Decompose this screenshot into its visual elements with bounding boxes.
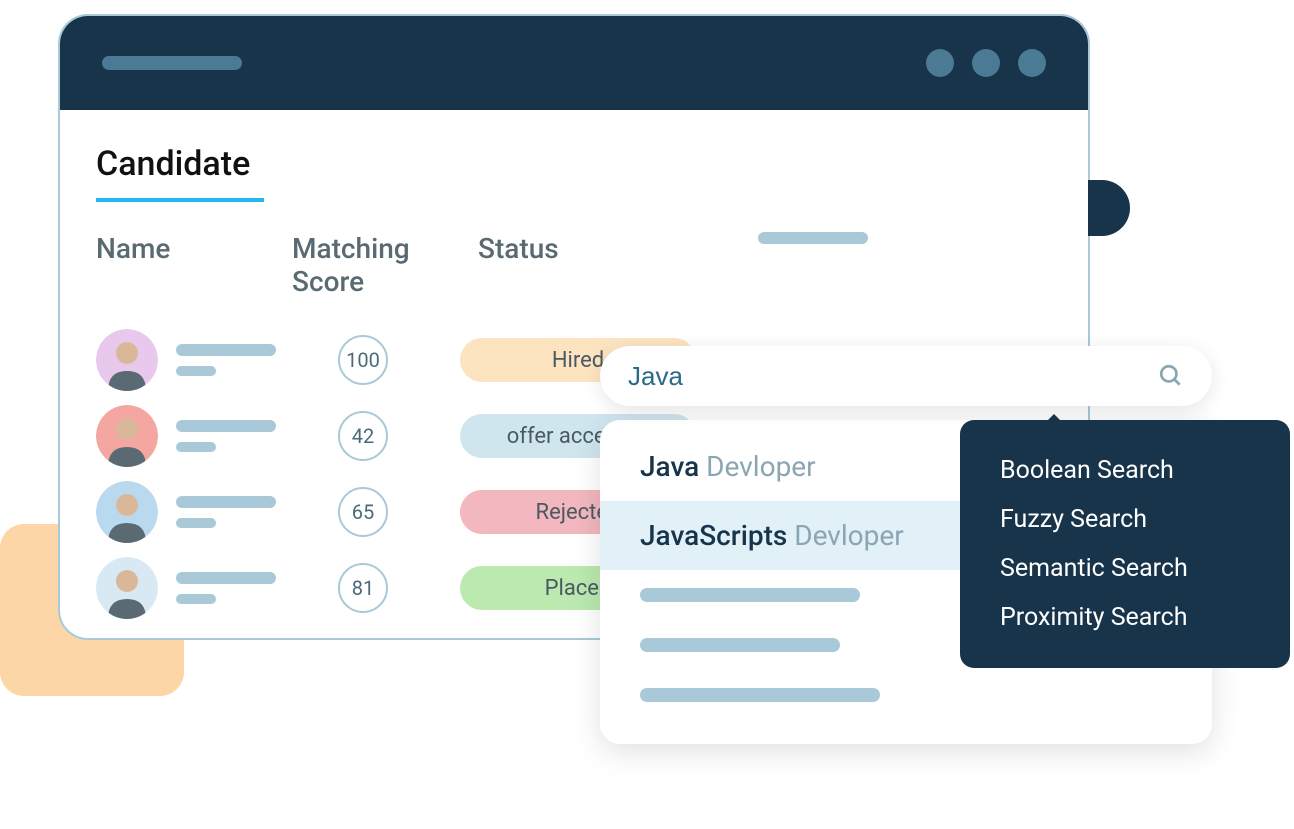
search-type-option[interactable]: Proximity Search [1000, 593, 1250, 642]
table-header-row: Name Matching Score Status [96, 232, 1052, 322]
search-type-option[interactable]: Fuzzy Search [1000, 495, 1250, 544]
avatar [96, 557, 158, 619]
search-type-option[interactable]: Semantic Search [1000, 544, 1250, 593]
title-underline [96, 198, 264, 202]
search-icon[interactable] [1158, 363, 1184, 389]
column-header-extra [738, 232, 1038, 322]
avatar [96, 329, 158, 391]
title-placeholder [102, 56, 242, 70]
window-controls [926, 49, 1046, 77]
header-placeholder [758, 232, 868, 244]
search-type-option[interactable]: Boolean Search [1000, 446, 1250, 495]
titlebar [60, 16, 1088, 110]
name-placeholder [176, 420, 276, 452]
column-header-score: Matching Score [292, 232, 478, 298]
column-header-status: Status [478, 232, 738, 298]
matching-score: 81 [338, 563, 388, 613]
name-placeholder [176, 344, 276, 376]
column-header-name: Name [96, 232, 292, 298]
name-placeholder [176, 572, 276, 604]
search-types-tooltip: Boolean SearchFuzzy SearchSemantic Searc… [960, 420, 1290, 668]
search-input[interactable] [628, 361, 1158, 392]
search-bar[interactable] [600, 346, 1212, 406]
window-control-close[interactable] [1018, 49, 1046, 77]
window-control-max[interactable] [972, 49, 1000, 77]
avatar [96, 481, 158, 543]
page-title: Candidate [96, 144, 1052, 194]
matching-score: 65 [338, 487, 388, 537]
matching-score: 42 [338, 411, 388, 461]
window-control-min[interactable] [926, 49, 954, 77]
name-placeholder [176, 496, 276, 528]
matching-score: 100 [338, 335, 388, 385]
suggestion-placeholder [600, 670, 1212, 720]
avatar [96, 405, 158, 467]
decorative-side-curve [1088, 180, 1130, 236]
